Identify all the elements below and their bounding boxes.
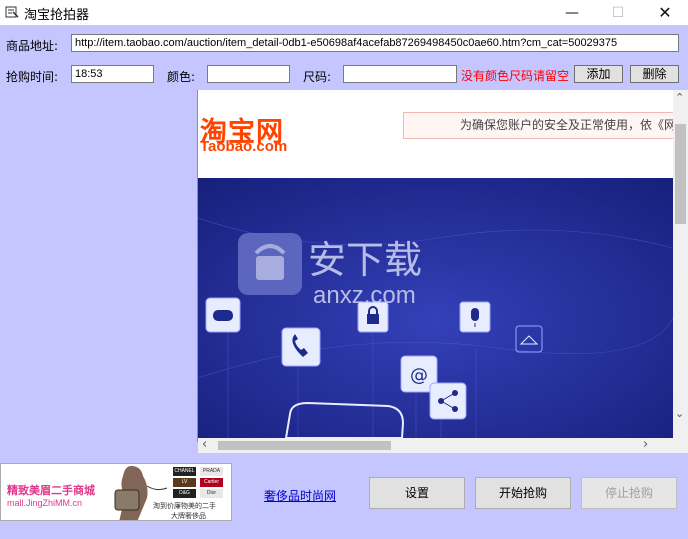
share-icon (429, 382, 467, 420)
scroll-left-arrow[interactable]: ‹ (202, 438, 207, 451)
brand-chanel: CHANEL (173, 467, 196, 476)
ad-banner[interactable]: 精致美眉二手商城 mall.JingZhiMM.cn CHANEL PRADA … (0, 463, 232, 521)
time-label: 抢购时间: (6, 70, 59, 84)
microphone-icon (459, 301, 491, 333)
brand-cartier: Cartier (200, 478, 223, 487)
vertical-scroll-thumb[interactable] (675, 124, 686, 224)
stop-button[interactable]: 停止抢购 (581, 477, 677, 509)
taobao-logo-en: Taobao.com (200, 138, 288, 155)
settings-button[interactable]: 设置 (369, 477, 465, 509)
brand-lv: LV (173, 478, 196, 487)
size-input[interactable] (343, 65, 457, 83)
scroll-right-arrow[interactable]: › (643, 438, 648, 451)
time-input[interactable]: 18:53 (71, 65, 154, 83)
url-label: 商品地址: (6, 39, 59, 53)
watermark-domain: anxz.com (313, 282, 416, 309)
ad-title: 精致美眉二手商城 (7, 484, 95, 497)
phone-icon (281, 327, 321, 367)
ad-slogan-2: 大牌奢侈品 (171, 512, 206, 520)
security-notice: 为确保您账户的安全及正常使用，依《网 (403, 112, 688, 139)
horizontal-scrollbar[interactable]: ‹ › (198, 438, 688, 453)
window-title: 淘宝抢拍器 (24, 8, 90, 23)
add-button[interactable]: 添加 (574, 65, 623, 83)
browser-view[interactable]: 淘宝网 Taobao.com 为确保您账户的安全及正常使用，依《网 @ 安下载 … (198, 90, 688, 453)
size-label: 尺码: (303, 70, 332, 84)
maximize-button[interactable]: ☐ (595, 0, 641, 25)
luxury-fashion-link[interactable]: 奢侈品时尚网 (264, 487, 336, 504)
color-label: 颜色: (167, 70, 196, 84)
watermark-icon (238, 233, 302, 295)
empty-hint: 没有颜色尺码请留空 (461, 69, 570, 83)
ad-slogan: 淘到价廉物美的二手 (153, 502, 216, 510)
vertical-scrollbar[interactable]: ⌃ ⌄ (673, 90, 688, 438)
close-button[interactable]: ✕ (642, 0, 688, 25)
brand-prada: PRADA (200, 467, 223, 476)
item-list-panel[interactable] (0, 90, 198, 442)
ad-url: mall.JingZhiMM.cn (7, 498, 83, 508)
brand-dg: D&G (173, 489, 196, 498)
title-bar: 淘宝抢拍器 — ☐ ✕ (0, 0, 688, 25)
url-input[interactable]: http://item.taobao.com/auction/item_deta… (71, 34, 679, 52)
color-input[interactable] (207, 65, 290, 83)
scroll-up-arrow[interactable]: ⌃ (675, 92, 684, 103)
scroll-down-arrow[interactable]: ⌄ (675, 408, 684, 419)
minimize-button[interactable]: — (549, 0, 595, 25)
security-banner: @ 安下载 anxz.com (198, 178, 673, 438)
svg-text:@: @ (410, 365, 428, 386)
watermark-text: 安下载 (308, 238, 422, 282)
model-illustration (114, 466, 168, 520)
app-icon (5, 6, 19, 18)
delete-button[interactable]: 删除 (630, 65, 679, 83)
brand-dior: Dior (200, 489, 223, 498)
horizontal-scroll-thumb[interactable] (218, 441, 391, 450)
start-button[interactable]: 开始抢购 (475, 477, 571, 509)
gamepad-icon (205, 297, 241, 333)
